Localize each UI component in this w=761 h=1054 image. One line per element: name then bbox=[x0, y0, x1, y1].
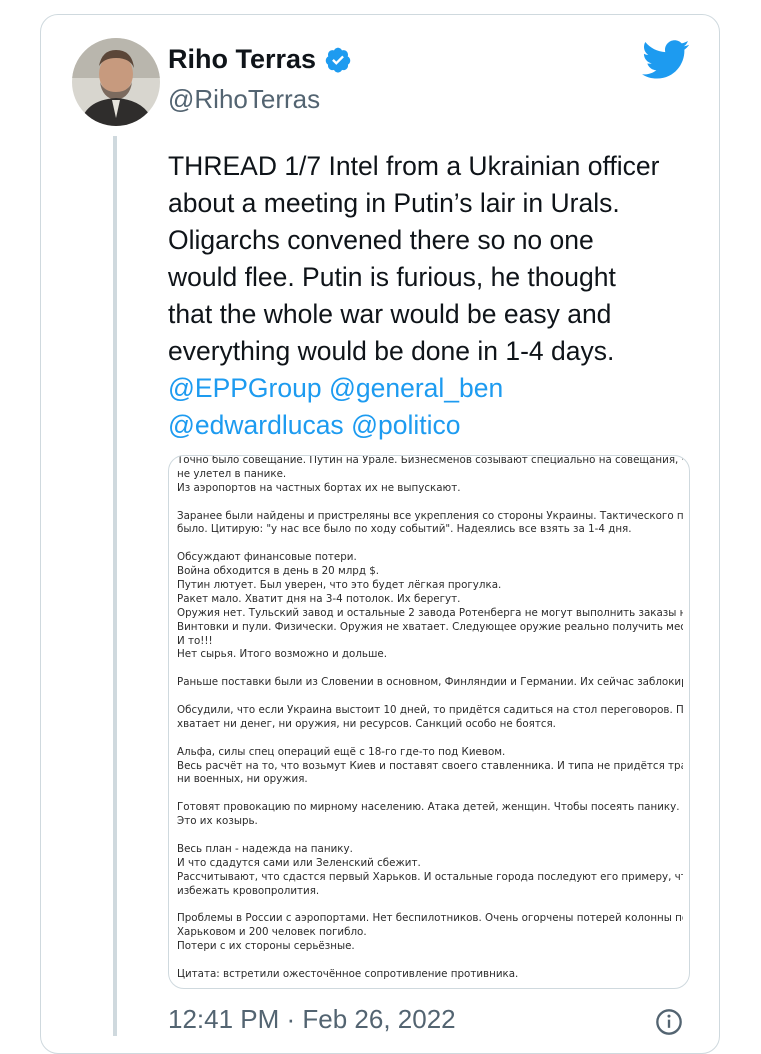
attached-image-blank-line bbox=[177, 899, 683, 913]
attached-image[interactable]: Точно было совещание. Путин на Урале. Би… bbox=[168, 455, 690, 989]
mention-link-edwardlucas[interactable]: @edwardlucas bbox=[168, 410, 344, 440]
attached-image-text-line: ни военных, ни оружия. bbox=[177, 773, 308, 786]
attached-image-text-line: Потери с их стороны серьёзные. bbox=[177, 940, 355, 953]
attached-image-blank-line bbox=[177, 690, 683, 704]
attached-image-blank-line bbox=[177, 732, 683, 746]
attached-image-text-line: Альфа, силы спец операций ещё с 18-го гд… bbox=[177, 745, 506, 758]
author-name-row[interactable]: Riho Terras bbox=[168, 44, 352, 75]
mention-link-politico[interactable]: @politico bbox=[351, 410, 460, 440]
tweet-body: THREAD 1/7 Intel from a Ukrainian office… bbox=[168, 148, 708, 444]
mention-link-general-ben[interactable]: @general_ben bbox=[329, 373, 503, 403]
attached-image-blank-line bbox=[177, 496, 683, 510]
attached-image-text-line: Обсудили, что если Украина выстоит 10 дн… bbox=[177, 704, 683, 717]
attached-image-text-line: И то!!! bbox=[177, 634, 213, 647]
attached-image-blank-line bbox=[177, 662, 683, 676]
attached-image-text-line: Из аэропортов на частных бортах их не вы… bbox=[177, 481, 461, 494]
attached-image-text-line: Нет сырья. Итого возможно и дольше. bbox=[177, 648, 388, 661]
attached-image-text-line: Харьковом и 200 человек погибло. bbox=[177, 926, 367, 939]
attached-image-text-line: не улетел в панике. bbox=[177, 467, 287, 480]
attached-image-text-line: Готовят провокацию по мирному населению.… bbox=[177, 801, 680, 814]
avatar-photo bbox=[72, 38, 160, 126]
author-display-name[interactable]: Riho Terras bbox=[168, 44, 316, 75]
attached-image-text: Точно было совещание. Путин на Урале. Би… bbox=[177, 456, 683, 982]
author-handle[interactable]: @RihoTerras bbox=[168, 84, 320, 115]
attached-image-text-line: Винтовки и пули. Физически. Оружия не хв… bbox=[177, 620, 683, 633]
tweet-text-line: Oligarchs convened there so no one bbox=[168, 225, 594, 255]
attached-image-text-line: было. Цитирую: "у нас все было по ходу с… bbox=[177, 523, 632, 536]
attached-image-text-line: Весь план - надежда на панику. bbox=[177, 842, 353, 855]
attached-image-blank-line bbox=[177, 829, 683, 843]
attached-image-text-line: Путин лютует. Был уверен, что это будет … bbox=[177, 579, 502, 592]
mentions-line: @EPPGroup @general_ben bbox=[168, 370, 708, 407]
tweet-text-line: would flee. Putin is furious, he thought bbox=[168, 262, 616, 292]
attached-image-text-line: Весь расчёт на то, что возьмут Киев и по… bbox=[177, 759, 683, 772]
attached-image-text-line: Обсуждают финансовые потери. bbox=[177, 551, 357, 564]
attached-image-text-line: Ракет мало. Хватит дня на 3-4 потолок. И… bbox=[177, 592, 461, 605]
attached-image-text-line: Цитата: встретили ожесточённое сопротивл… bbox=[177, 967, 519, 980]
attached-image-text-line: Война обходится в день в 20 млрд $. bbox=[177, 565, 380, 578]
attached-image-blank-line bbox=[177, 954, 683, 968]
attached-image-text-line: хватает ни денег, ни оружия, ни ресурсов… bbox=[177, 717, 556, 730]
mentions-line: @edwardlucas @politico bbox=[168, 407, 708, 444]
attached-image-text-line: избежать кровопролития. bbox=[177, 884, 320, 897]
attached-image-text-line: Заранее были найдены и пристреляны все у… bbox=[177, 509, 683, 522]
twitter-bird-icon[interactable] bbox=[642, 40, 690, 80]
info-icon[interactable] bbox=[655, 1008, 683, 1036]
thread-connector-line bbox=[113, 136, 117, 1036]
tweet-text-line: that the whole war would be easy and bbox=[168, 299, 612, 329]
attached-image-text-line: Рассчитывают, что сдастся первый Харьков… bbox=[177, 870, 683, 883]
tweet-timestamp[interactable]: 12:41 PM · Feb 26, 2022 bbox=[168, 1004, 456, 1035]
attached-image-text-line: Точно было совещание. Путин на Урале. Би… bbox=[177, 455, 683, 466]
attached-image-blank-line bbox=[177, 787, 683, 801]
avatar[interactable] bbox=[72, 38, 160, 126]
tweet-text-line: about a meeting in Putin’s lair in Urals… bbox=[168, 188, 620, 218]
attached-image-text-line: И что сдадутся сами или Зеленский сбежит… bbox=[177, 856, 421, 869]
tweet-text-line: THREAD 1/7 Intel from a Ukrainian office… bbox=[168, 151, 660, 181]
verified-badge-icon bbox=[325, 47, 351, 72]
attached-image-text-line: Проблемы в России с аэропортами. Нет бес… bbox=[177, 912, 683, 925]
attached-image-text-line: Это их козырь. bbox=[177, 815, 258, 828]
mention-link-eppgroup[interactable]: @EPPGroup bbox=[168, 373, 322, 403]
attached-image-blank-line bbox=[177, 537, 683, 551]
attached-image-text-line: Оружия нет. Тульский завод и остальные 2… bbox=[177, 606, 683, 619]
attached-image-text-line: Раньше поставки были из Словении в основ… bbox=[177, 676, 683, 689]
tweet-text-line: everything would be done in 1-4 days. bbox=[168, 336, 615, 366]
